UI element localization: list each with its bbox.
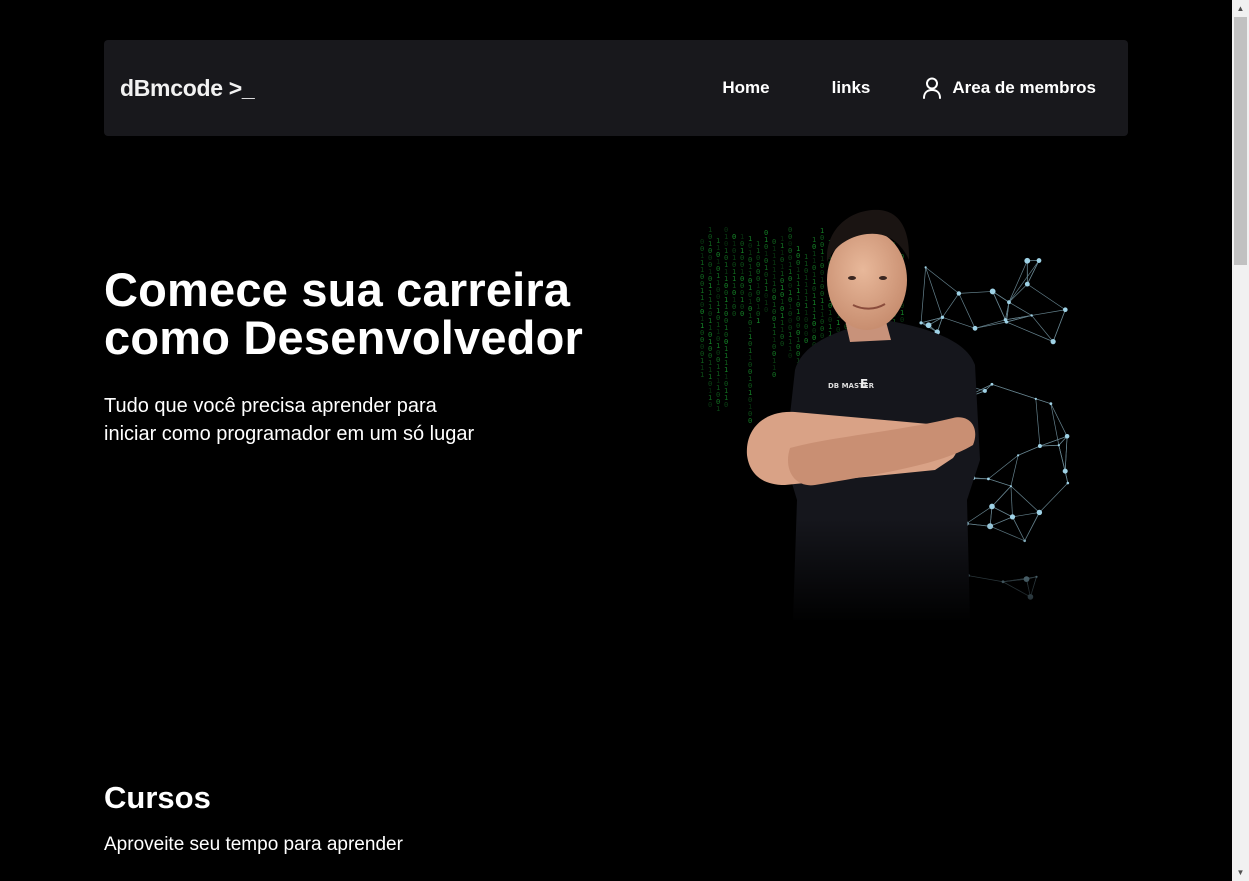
courses-section-title: Cursos xyxy=(104,780,211,815)
nav-link-members-area[interactable]: Area de membros xyxy=(922,77,1096,99)
hero-image: 0011100110011000011110100010111101101001… xyxy=(695,200,1080,625)
hero-subtitle: Tudo que você precisa aprender para inic… xyxy=(104,395,475,445)
scrollbar-thumb[interactable] xyxy=(1234,17,1247,265)
user-icon xyxy=(922,77,942,99)
navbar: dBmcode >_ Home links Area de membros xyxy=(104,40,1128,136)
vertical-scrollbar[interactable]: ▲ ▼ xyxy=(1232,0,1249,881)
scroll-up-arrow-icon[interactable]: ▲ xyxy=(1232,0,1249,17)
nav-link-links[interactable]: links xyxy=(832,78,871,98)
courses-section-subtitle: Aproveite seu tempo para aprender xyxy=(104,834,403,855)
hero-title-line-2: como Desenvolvedor xyxy=(104,311,583,364)
nav-links: Home links Area de membros xyxy=(722,40,1096,136)
scroll-down-arrow-icon[interactable]: ▼ xyxy=(1232,864,1249,881)
hero-title: Comece sua carreira como Desenvolvedor xyxy=(104,266,583,362)
hero-title-line-1: Comece sua carreira xyxy=(104,263,571,316)
page-viewport: dBmcode >_ Home links Area de membros Co… xyxy=(0,0,1232,881)
nav-link-members-label: Area de membros xyxy=(952,78,1096,97)
nav-link-home[interactable]: Home xyxy=(722,78,769,98)
site-logo[interactable]: dBmcode >_ xyxy=(120,74,255,102)
